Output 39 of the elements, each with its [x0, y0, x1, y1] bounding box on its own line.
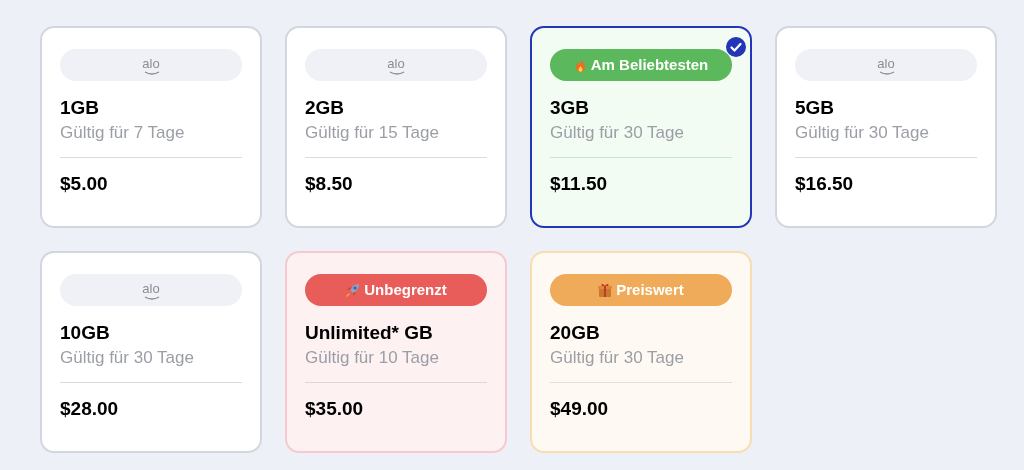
data-amount: 5GB: [795, 96, 836, 120]
price: $8.50: [305, 172, 354, 196]
flame-icon: [573, 57, 587, 73]
plan-card[interactable]: Preiswert 20GB Gültig für 30 Tage $49.00: [530, 251, 752, 453]
gift-icon: [598, 282, 613, 298]
price: $28.00: [60, 397, 120, 421]
price: $35.00: [305, 397, 365, 421]
plan-card[interactable]: Unbegrenzt Unlimited* GB Gültig für 10 Tage $35.00: [285, 251, 507, 453]
price: $11.50: [550, 172, 609, 196]
plan-card[interactable]: Am Beliebtesten 3GB Gültig für 30 Tage $11.50: [530, 26, 752, 228]
data-amount: Unlimited* GB: [305, 321, 434, 345]
plan-badge: Am Beliebtesten: [550, 49, 732, 81]
data-amount: 20GB: [550, 321, 601, 345]
brand-logo: alo: [142, 281, 160, 299]
data-amount: 2GB: [305, 96, 346, 120]
data-amount: 3GB: [550, 96, 591, 120]
validity-text: Gültig für 30 Tage: [550, 122, 685, 144]
price: $16.50: [795, 172, 855, 196]
validity-text: Gültig für 7 Tage: [60, 122, 186, 144]
plan-card[interactable]: alo 1GB Gültig für 7 Tage $5.00: [40, 26, 262, 228]
validity-text: Gültig für 30 Tage: [60, 347, 195, 369]
data-amount: 10GB: [60, 321, 111, 345]
plan-badge: Preiswert: [550, 274, 732, 306]
plan-card[interactable]: alo 2GB Gültig für 15 Tage $8.50: [285, 26, 507, 228]
plan-badge: Unbegrenzt: [305, 274, 487, 306]
validity-text: Gültig für 15 Tage: [305, 122, 440, 144]
price: $49.00: [550, 397, 610, 421]
brand-logo: alo: [387, 56, 405, 74]
validity-text: Gültig für 10 Tage: [305, 347, 440, 369]
plan-card[interactable]: alo 5GB Gültig für 30 Tage $16.50: [775, 26, 997, 228]
brand-logo: alo: [877, 56, 895, 74]
data-amount: 1GB: [60, 96, 101, 120]
plan-card[interactable]: alo 10GB Gültig für 30 Tage $28.00: [40, 251, 262, 453]
check-icon: [726, 37, 746, 57]
rocket-icon: [345, 282, 361, 298]
brand-logo: alo: [142, 56, 160, 74]
price: $5.00: [60, 172, 109, 196]
validity-text: Gültig für 30 Tage: [550, 347, 685, 369]
validity-text: Gültig für 30 Tage: [795, 122, 930, 144]
